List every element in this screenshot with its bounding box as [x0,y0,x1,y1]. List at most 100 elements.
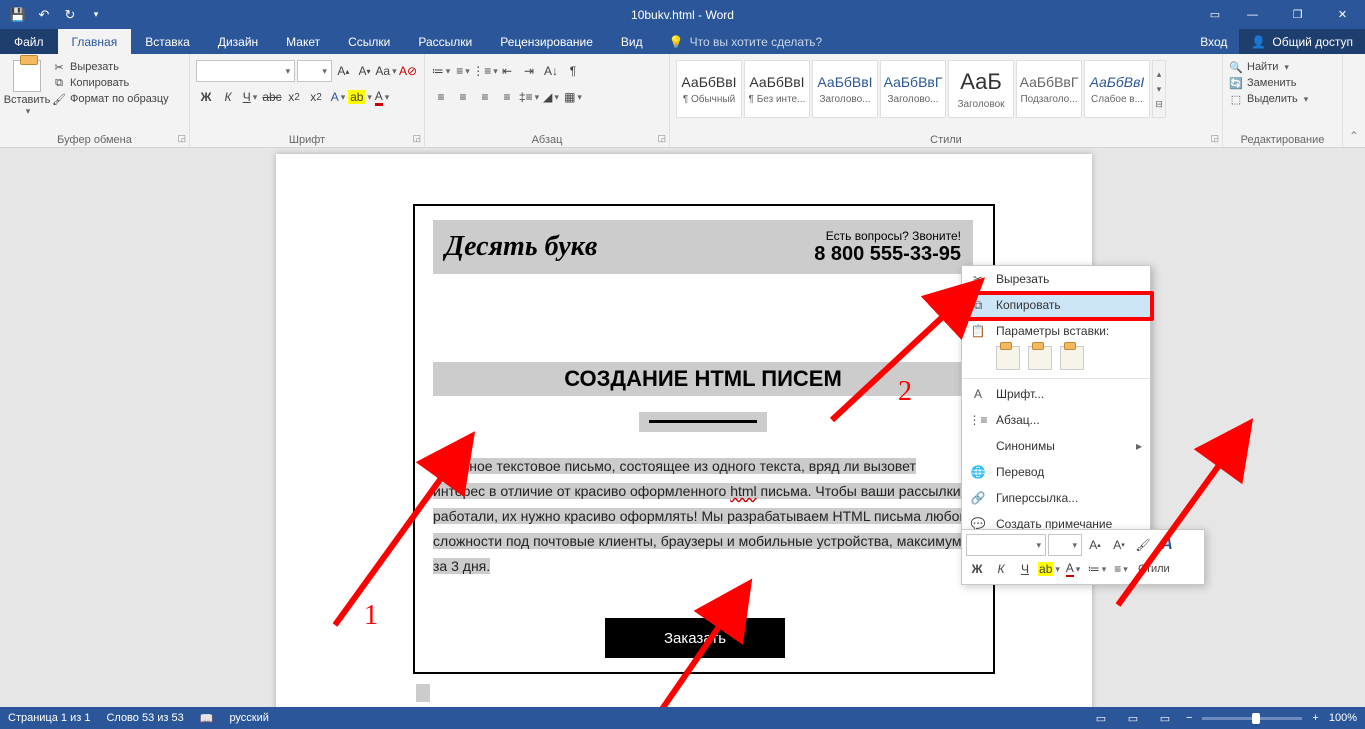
proofing-icon[interactable]: 📖 [200,712,214,725]
increase-indent-button[interactable]: ⇥ [519,60,539,82]
bold-button[interactable]: Ж [196,86,216,108]
ctx-font[interactable]: AШрифт... [962,381,1150,407]
align-center-button[interactable]: ≡ [453,86,473,108]
superscript-button[interactable]: x2 [306,86,326,108]
mini-styles-icon[interactable]: A [1156,534,1178,556]
decrease-indent-button[interactable]: ⇤ [497,60,517,82]
minimize-button[interactable]: — [1230,0,1275,29]
mini-underline[interactable]: Ч [1014,558,1036,580]
styles-launcher-icon[interactable]: ◲ [1210,133,1219,144]
numbering-button[interactable]: ≡▾ [453,60,473,82]
shading-button[interactable]: ◢▾ [541,86,561,108]
mini-shrink-font[interactable]: A▾ [1108,534,1130,556]
align-left-button[interactable]: ≡ [431,86,451,108]
replace-button[interactable]: 🔄Заменить [1229,76,1336,90]
styles-more-button[interactable]: ▴▾⊟ [1152,60,1166,118]
style-heading2[interactable]: АаБбВвГЗаголово... [880,60,946,118]
ctx-translate[interactable]: 🌐Перевод [962,459,1150,485]
subscript-button[interactable]: x2 [284,86,304,108]
cut-button[interactable]: ✂Вырезать [52,60,169,74]
mini-highlight[interactable]: ab▾ [1038,558,1060,580]
grow-font-button[interactable]: A▴ [334,60,353,82]
ctx-paragraph[interactable]: ⋮≡Абзац... [962,407,1150,433]
tab-insert[interactable]: Вставка [131,29,204,54]
ctx-cut[interactable]: ✂Вырезать [962,266,1150,292]
multilevel-button[interactable]: ⋮≡▾ [475,60,495,82]
tab-home[interactable]: Главная [58,29,132,54]
clear-format-button[interactable]: A⊘ [398,60,418,82]
bullets-button[interactable]: ≔▾ [431,60,451,82]
order-button[interactable]: Заказать [605,618,785,658]
mini-grow-font[interactable]: A▴ [1084,534,1106,556]
tab-mailings[interactable]: Рассылки [404,29,486,54]
clipboard-launcher-icon[interactable]: ◲ [177,133,186,144]
zoom-level[interactable]: 100% [1329,712,1357,724]
share-button[interactable]: 👤Общий доступ [1239,29,1365,54]
change-case-button[interactable]: Aa▾ [376,60,396,82]
select-button[interactable]: ⬚Выделить▾ [1229,92,1336,106]
style-heading1[interactable]: АаБбВвIЗаголово... [812,60,878,118]
paste-button[interactable]: Вставить ▾ [6,56,48,117]
restore-button[interactable]: ❐ [1275,0,1320,29]
mini-font-color[interactable]: A▾ [1062,558,1084,580]
mini-italic[interactable]: К [990,558,1012,580]
align-right-button[interactable]: ≡ [475,86,495,108]
show-marks-button[interactable]: ¶ [563,60,583,82]
style-subtitle[interactable]: АаБбВвГПодзаголо... [1016,60,1082,118]
tab-layout[interactable]: Макет [272,29,334,54]
find-button[interactable]: 🔍Найти▾ [1229,60,1336,74]
font-color-button[interactable]: A▾ [372,86,392,108]
sort-button[interactable]: A↓ [541,60,561,82]
qat-customize-icon[interactable]: ▾ [84,3,108,27]
ctx-copy[interactable]: ⧉Копировать [962,292,1150,318]
view-read-icon[interactable]: ▭ [1090,709,1112,727]
paste-merge-icon[interactable] [1028,346,1052,370]
borders-button[interactable]: ▦▾ [563,86,583,108]
status-words[interactable]: Слово 53 из 53 [106,712,183,724]
line-spacing-button[interactable]: ‡≡▾ [519,86,539,108]
undo-icon[interactable]: ↶ [32,3,56,27]
mini-numbering[interactable]: ≡▾ [1110,558,1132,580]
tab-view[interactable]: Вид [607,29,657,54]
style-subtle[interactable]: АаБбВвIСлабое в... [1084,60,1150,118]
highlight-button[interactable]: ab▾ [350,86,370,108]
tell-me[interactable]: 💡Что вы хотите сделать? [669,29,823,54]
justify-button[interactable]: ≡ [497,86,517,108]
redo-icon[interactable]: ↻ [58,3,82,27]
style-nospacing[interactable]: АаБбВвI¶ Без инте... [744,60,810,118]
collapse-ribbon-button[interactable]: ⌃ [1343,54,1365,147]
mini-bold[interactable]: Ж [966,558,988,580]
tab-references[interactable]: Ссылки [334,29,404,54]
italic-button[interactable]: К [218,86,238,108]
format-painter-button[interactable]: 🖌Формат по образцу [52,92,169,106]
mini-size-combo[interactable]: ▾ [1048,534,1082,556]
mini-format-painter[interactable]: 🖌 [1132,534,1154,556]
zoom-slider[interactable] [1202,717,1302,720]
style-title[interactable]: АаБЗаголовок [948,60,1014,118]
style-normal[interactable]: АаБбВвI¶ Обычный [676,60,742,118]
zoom-in-button[interactable]: + [1312,712,1318,724]
view-print-icon[interactable]: ▭ [1122,709,1144,727]
status-language[interactable]: русский [229,712,268,724]
view-web-icon[interactable]: ▭ [1154,709,1176,727]
paste-text-only-icon[interactable] [1060,346,1084,370]
ribbon-options-icon[interactable]: ▭ [1200,0,1230,29]
body-text[interactable]: Обычное текстовое письмо, состоящее из о… [433,454,973,579]
mini-styles-label[interactable]: Стили [1134,563,1174,575]
shrink-font-button[interactable]: A▾ [355,60,374,82]
font-name-combo[interactable]: ▾ [196,60,295,82]
zoom-out-button[interactable]: − [1186,712,1192,724]
tab-design[interactable]: Дизайн [204,29,272,54]
tab-review[interactable]: Рецензирование [486,29,607,54]
underline-button[interactable]: Ч▾ [240,86,260,108]
copy-button[interactable]: ⧉Копировать [52,76,169,90]
mini-font-combo[interactable]: ▾ [966,534,1046,556]
save-icon[interactable]: 💾 [6,3,30,27]
paragraph-launcher-icon[interactable]: ◲ [657,133,666,144]
font-size-combo[interactable]: ▾ [297,60,332,82]
strikethrough-button[interactable]: abc [262,86,282,108]
paste-keep-source-icon[interactable] [996,346,1020,370]
ctx-synonyms[interactable]: Синонимы [962,433,1150,459]
close-button[interactable]: ✕ [1320,0,1365,29]
font-launcher-icon[interactable]: ◲ [412,133,421,144]
